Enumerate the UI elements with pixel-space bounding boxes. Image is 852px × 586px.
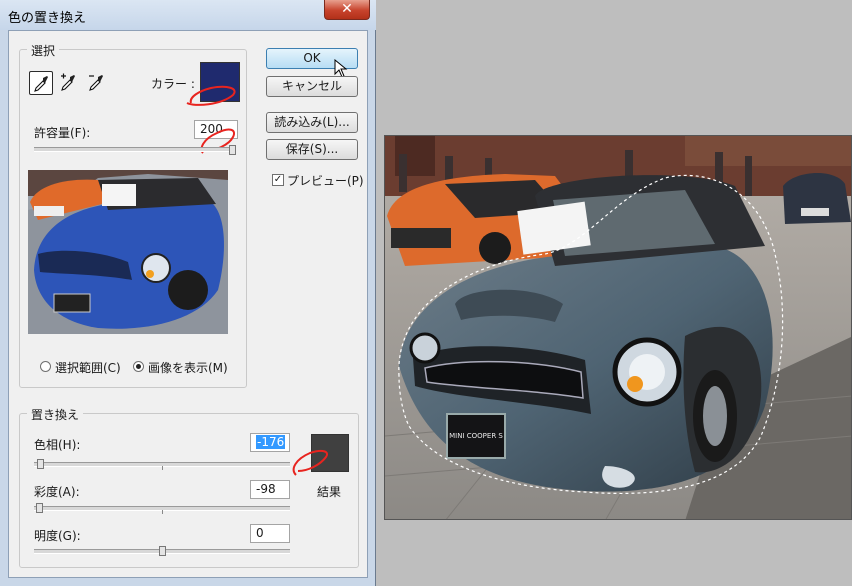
radio-image-label: 画像を表示(M) xyxy=(148,361,228,375)
saturation-slider-thumb[interactable] xyxy=(36,503,44,513)
license-plate-text: MINI COOPER S xyxy=(449,432,503,440)
hue-input[interactable]: -176 xyxy=(250,433,290,452)
hue-label: 色相(H): xyxy=(34,438,81,452)
eyedropper-minus-icon xyxy=(89,75,103,91)
lightness-label: 明度(G): xyxy=(34,529,81,543)
title-bar[interactable]: 色の置き換え ✕ xyxy=(0,0,376,30)
ok-button-label: OK xyxy=(303,51,321,65)
load-button[interactable]: 読み込み(L)... xyxy=(266,112,358,133)
replacement-group-label: 置き換え xyxy=(27,406,84,423)
car-photo-image: MINI COOPER S xyxy=(385,136,851,519)
cancel-button-label: キャンセル xyxy=(281,79,342,93)
close-icon: ✕ xyxy=(341,1,353,17)
window-title: 色の置き換え xyxy=(8,11,87,26)
saturation-input[interactable]: -98 xyxy=(250,480,290,499)
save-button[interactable]: 保存(S)... xyxy=(266,139,358,160)
color-replace-dialog: 色の置き換え ✕ 選択 カラー : 許容量(F): 200 選択範囲(C) 画像… xyxy=(0,0,376,586)
cancel-button[interactable]: キャンセル xyxy=(266,76,358,97)
lightness-slider-thumb[interactable] xyxy=(158,546,166,556)
hue-center-tick xyxy=(162,466,163,470)
annotation-circle-result xyxy=(292,449,328,476)
annotation-circle-color xyxy=(186,85,236,106)
tolerance-slider-track[interactable] xyxy=(34,147,236,152)
radio-selection[interactable] xyxy=(40,361,51,372)
radio-selection-label: 選択範囲(C) xyxy=(55,361,121,375)
saturation-label: 彩度(A): xyxy=(34,485,80,499)
eyedropper-plus-icon xyxy=(61,73,75,91)
close-button[interactable]: ✕ xyxy=(324,0,370,20)
preview-checkbox[interactable]: ✓ xyxy=(272,174,284,186)
selection-group-label: 選択 xyxy=(27,42,60,59)
saturation-center-tick xyxy=(162,510,163,514)
hue-slider-thumb[interactable] xyxy=(36,459,44,469)
tolerance-label: 許容量(F): xyxy=(34,126,91,140)
result-label: 結果 xyxy=(317,485,342,499)
preview-checkbox-label: プレビュー(P) xyxy=(287,174,364,188)
hue-value: -176 xyxy=(256,435,286,449)
eyedropper-minus-tool[interactable] xyxy=(85,71,109,95)
save-button-label: 保存(S)... xyxy=(285,142,339,156)
radio-image[interactable] xyxy=(133,361,144,372)
dialog-client: 選択 カラー : 許容量(F): 200 選択範囲(C) 画像を表示(M) OK… xyxy=(8,30,368,578)
eyedropper-plus-tool[interactable] xyxy=(57,71,81,95)
load-button-label: 読み込み(L)... xyxy=(274,115,350,129)
document-photo[interactable]: MINI COOPER S xyxy=(384,135,852,520)
selection-preview-image xyxy=(28,170,228,334)
eyedropper-tool[interactable] xyxy=(29,71,53,95)
tolerance-slider-thumb[interactable] xyxy=(229,145,236,155)
lightness-input[interactable]: 0 xyxy=(250,524,290,543)
eyedropper-icon xyxy=(34,76,48,92)
